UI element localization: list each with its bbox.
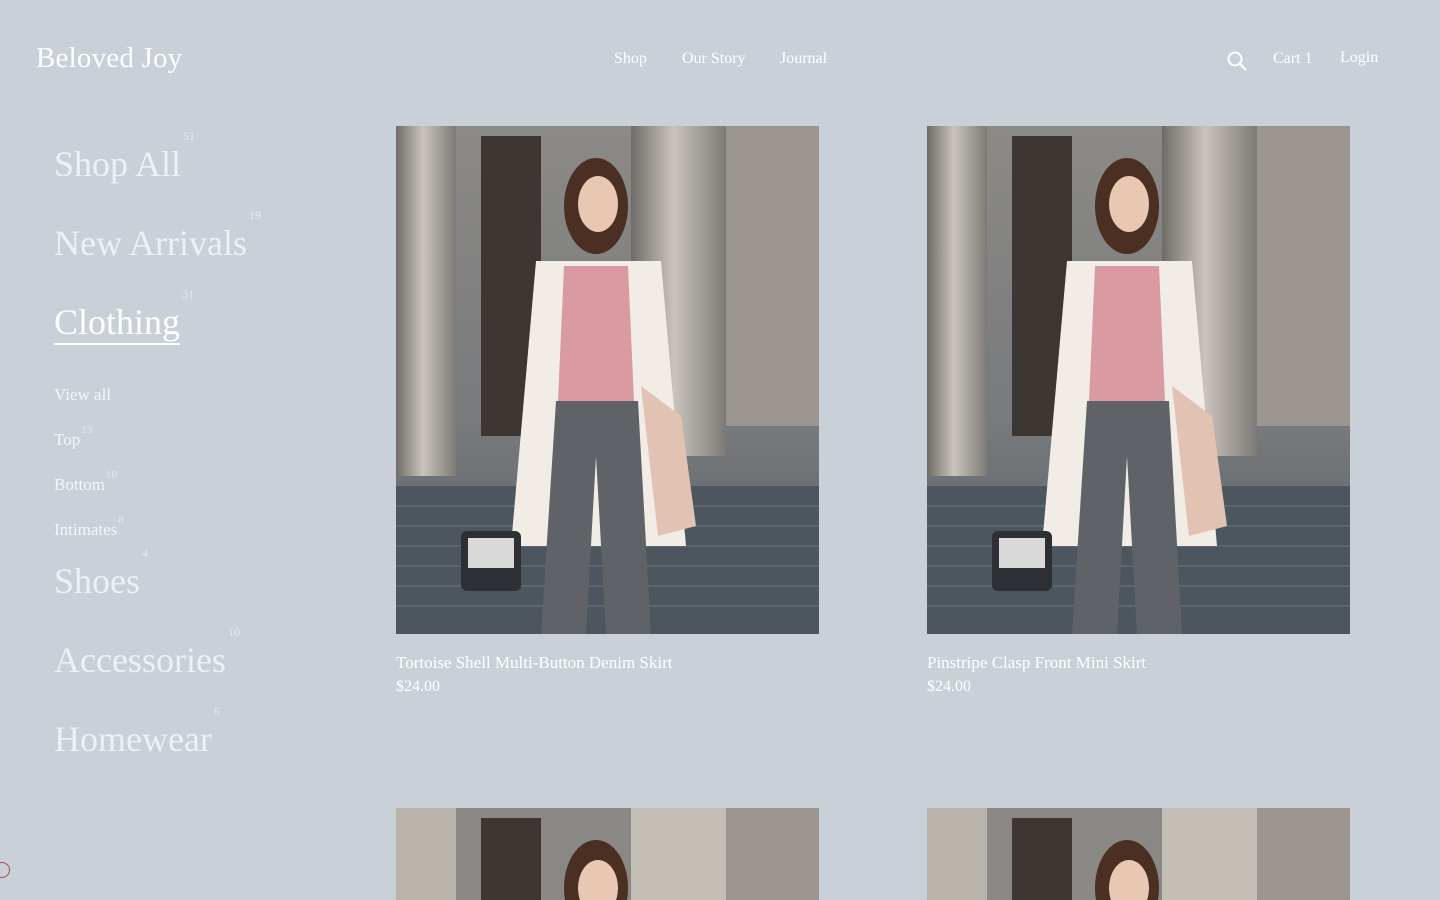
subcategory-label: Bottom: [54, 475, 106, 494]
subcategory-count: 10: [106, 469, 118, 481]
category-label: Homewear: [54, 719, 212, 759]
subcategory-label: Intimates: [54, 520, 118, 539]
subcategory-view-all[interactable]: View all: [54, 385, 111, 405]
product-image[interactable]: [396, 808, 819, 900]
product-price: $24.00: [927, 678, 971, 695]
product-card[interactable]: Tortoise Shell Multi-Button Denim Skirt …: [396, 126, 819, 696]
nav-our-story[interactable]: Our Story: [682, 50, 746, 68]
category-accessories[interactable]: Accessories10: [54, 625, 240, 681]
category-count: 31: [182, 287, 195, 301]
category-count: 4: [142, 546, 149, 560]
category-label: Shoes: [54, 561, 141, 601]
subcategory-label: Top: [54, 430, 81, 449]
product-price: $24.00: [396, 678, 440, 695]
category-count: 10: [227, 625, 240, 639]
category-label: New Arrivals: [54, 223, 247, 263]
subcategory-bottom[interactable]: Bottom10: [54, 469, 117, 495]
cart-link[interactable]: Cart 1: [1273, 50, 1313, 68]
product-name[interactable]: Tortoise Shell Multi-Button Denim Skirt: [396, 653, 819, 673]
subcategory-intimates[interactable]: Intimates8: [54, 514, 124, 540]
category-label: Clothing: [54, 302, 181, 345]
product-name[interactable]: Pinstripe Clasp Front Mini Skirt: [927, 653, 1350, 673]
category-label: Accessories: [54, 640, 226, 680]
category-homewear[interactable]: Homewear6: [54, 704, 220, 760]
product-card[interactable]: Pinstripe Clasp Front Mini Skirt $24.00: [927, 126, 1350, 696]
search-icon[interactable]: [1226, 50, 1248, 72]
product-image[interactable]: [396, 126, 819, 634]
category-new-arrivals[interactable]: New Arrivals19: [54, 208, 261, 264]
shop-page: Beloved Joy Shop Our Story Journal Cart …: [0, 0, 1440, 900]
subcategory-count: 8: [118, 514, 124, 526]
category-clothing[interactable]: Clothing31: [54, 287, 194, 345]
subcategory-top[interactable]: Top13: [54, 424, 92, 450]
category-count: 51: [183, 129, 196, 143]
product-image[interactable]: [927, 808, 1350, 900]
main-nav: Shop Our Story Journal: [0, 50, 1440, 74]
login-link[interactable]: Login: [1340, 49, 1378, 67]
nav-shop[interactable]: Shop: [614, 50, 647, 68]
subcategory-count: 13: [81, 424, 93, 436]
category-shoes[interactable]: Shoes4: [54, 546, 148, 602]
subcategory-label: View all: [54, 385, 112, 404]
category-label: Shop All: [54, 144, 182, 184]
category-shop-all[interactable]: Shop All51: [54, 129, 195, 185]
category-count: 19: [248, 208, 261, 222]
category-count: 6: [213, 704, 220, 718]
cursor-indicator: [0, 862, 10, 878]
nav-journal[interactable]: Journal: [780, 50, 827, 68]
product-image[interactable]: [927, 126, 1350, 634]
